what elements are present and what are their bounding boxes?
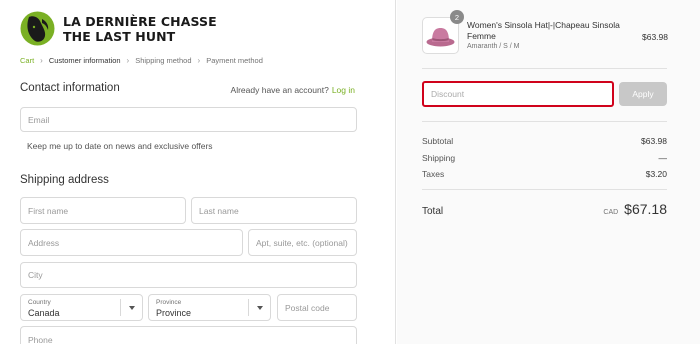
breadcrumb-cart-link[interactable]: Cart [20, 56, 34, 65]
caret-down-icon [256, 305, 263, 310]
chevron-right-icon: › [197, 56, 201, 65]
country-value: Canada [28, 308, 60, 318]
province-value: Province [156, 308, 192, 318]
marketing-optin-label[interactable]: Keep me up to date on news and exclusive… [27, 141, 213, 151]
total-value: $67.18 [624, 201, 667, 217]
apartment-field[interactable]: Apt, suite, etc. (optional) [248, 229, 357, 256]
subtotal-label: Subtotal [422, 136, 454, 146]
chevron-right-icon: › [126, 56, 130, 65]
total-label: Total [422, 206, 444, 217]
address-placeholder: Address [28, 237, 60, 248]
province-label: Province [156, 299, 182, 306]
discount-field[interactable]: Discount [422, 81, 614, 107]
quantity-badge: 2 [450, 10, 464, 24]
divider [422, 68, 667, 69]
taxes-row: Taxes $3.20 [422, 169, 667, 179]
brand-name-en: THE LAST HUNT [63, 28, 176, 44]
brand-name-fr: LA DERNIÈRE CHASSE [63, 13, 217, 29]
apartment-placeholder: Apt, suite, etc. (optional) [256, 237, 348, 248]
province-select[interactable]: Province Province [148, 294, 271, 321]
taxes-label: Taxes [422, 169, 445, 179]
city-field[interactable]: City [20, 262, 357, 288]
shipping-value: — [658, 153, 668, 163]
shipping-row: Shipping — [422, 153, 667, 163]
shipping-section-title: Shipping address [20, 174, 109, 186]
email-field[interactable]: Email [20, 107, 357, 132]
deer-head-logo-icon [20, 11, 55, 46]
order-summary: 2 Women's Sinsola Hat|-|Chapeau Sinsola … [397, 0, 700, 344]
total-row: Total CAD $67.18 [422, 201, 667, 217]
first-name-field[interactable]: First name [20, 197, 186, 224]
chevron-right-icon: › [40, 56, 43, 65]
subtotal-row: Subtotal $63.98 [422, 136, 667, 146]
phone-field[interactable]: Phone [20, 326, 357, 344]
first-name-placeholder: First name [28, 205, 69, 216]
country-select[interactable]: Country Canada [20, 294, 143, 321]
brand-logo[interactable]: LA DERNIÈRE CHASSE THE LAST HUNT [20, 11, 217, 46]
caret-down-icon [128, 305, 135, 310]
breadcrumb-payment-method: Payment method [206, 56, 263, 65]
taxes-value: $3.20 [645, 169, 667, 179]
breadcrumb-shipping-method: Shipping method [135, 56, 192, 65]
hat-image-icon [426, 28, 455, 47]
currency-code: CAD [603, 209, 619, 216]
postal-code-placeholder: Postal code [285, 302, 330, 313]
contact-section-title: Contact information [20, 82, 120, 94]
discount-placeholder: Discount [431, 89, 465, 99]
login-link[interactable]: Log in [332, 85, 355, 95]
city-placeholder: City [28, 270, 43, 280]
account-prompt-text: Already have an account? [230, 85, 329, 95]
subtotal-value: $63.98 [641, 136, 667, 146]
account-prompt: Already have an account? Log in [231, 85, 355, 95]
last-name-placeholder: Last name [199, 205, 239, 216]
breadcrumb-customer-information: Customer information [48, 56, 121, 65]
product-thumbnail: 2 [422, 10, 464, 54]
apply-discount-button[interactable]: Apply [619, 82, 667, 106]
address-field[interactable]: Address [20, 229, 243, 256]
postal-code-field[interactable]: Postal code [277, 294, 357, 321]
country-label: Country [28, 299, 51, 306]
shipping-label: Shipping [422, 153, 456, 163]
product-variant: Amaranth / S / M [467, 43, 520, 50]
email-placeholder: Email [28, 114, 50, 125]
checkout-main: LA DERNIÈRE CHASSE THE LAST HUNT Cart › … [0, 0, 396, 344]
phone-placeholder: Phone [28, 335, 53, 344]
last-name-field[interactable]: Last name [191, 197, 357, 224]
divider [422, 121, 667, 122]
breadcrumb: Cart › Customer information › Shipping m… [20, 56, 263, 65]
divider [422, 189, 667, 190]
product-price: $63.98 [642, 32, 668, 42]
product-name: Women's Sinsola Hat|-|Chapeau Sinsola Fe… [467, 20, 620, 41]
